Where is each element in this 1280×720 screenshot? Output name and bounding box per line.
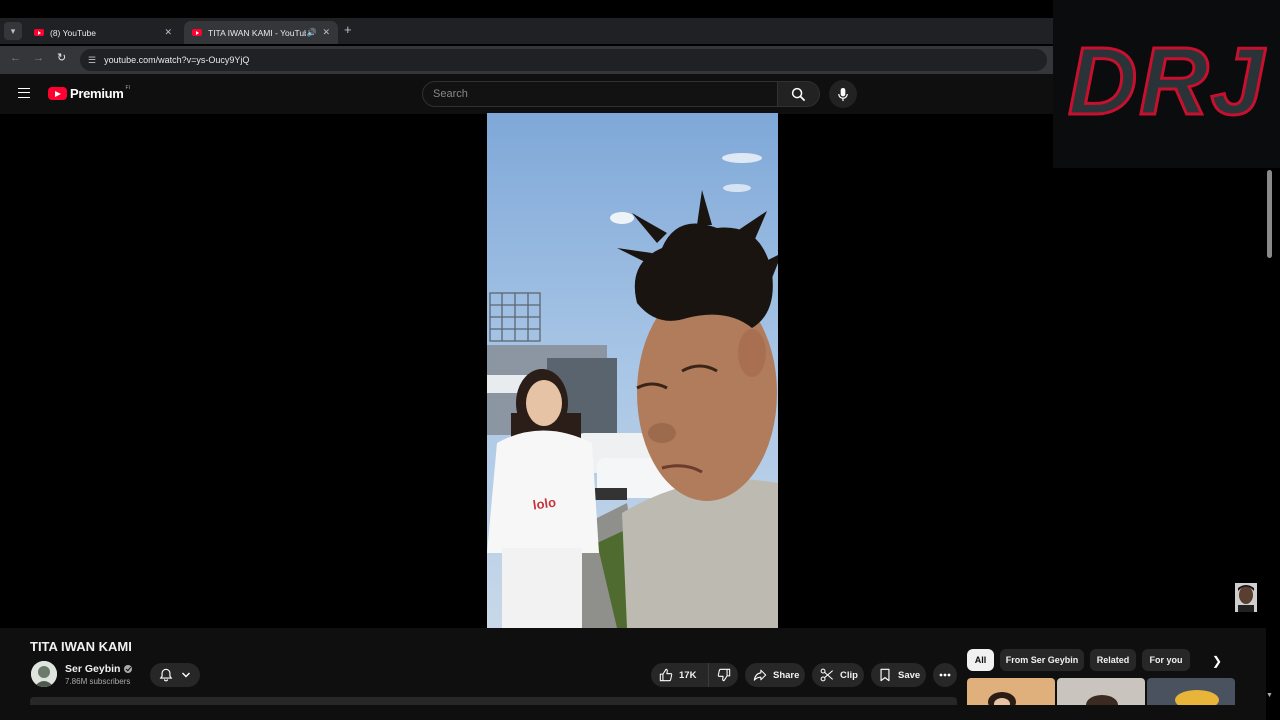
channel-name[interactable]: Ser Geybin [65, 663, 120, 675]
watermark-image [1235, 583, 1257, 612]
chevron-right-icon[interactable]: ❯ [1212, 654, 1222, 668]
channel-watermark[interactable] [1235, 583, 1257, 612]
avatar-image [31, 661, 57, 687]
related-video-thumbnail[interactable] [1147, 678, 1235, 705]
streamer-logo-overlay: DRJ [1053, 0, 1280, 168]
close-tab-icon[interactable]: ✕ [322, 27, 330, 38]
country-code: FI [125, 84, 130, 91]
youtube-masthead: Premium FI [0, 74, 1053, 114]
share-arrow-icon [753, 669, 767, 681]
search-icon [791, 87, 806, 101]
bell-icon [159, 668, 173, 682]
thumbnail-image [1057, 678, 1145, 705]
thumbs-down-icon [717, 668, 730, 682]
browser-tab-video[interactable]: TITA IWAN KAMI - YouTube 🔊 ✕ [184, 21, 338, 44]
youtube-premium-logo[interactable]: Premium FI [48, 84, 130, 101]
save-label: Save [898, 669, 921, 681]
like-dislike-group: 17K [651, 663, 738, 687]
verified-check-icon [124, 665, 133, 673]
watch-metadata: TITA IWAN KAMI Ser Geybin 7.86M subscrib… [0, 628, 1266, 720]
youtube-favicon-icon [192, 29, 202, 36]
back-arrow-icon[interactable]: ← [10, 52, 21, 64]
drj-logo-text: DRJ [1067, 28, 1266, 135]
video-frame: lolo [487, 113, 778, 628]
chevron-down-icon [182, 672, 190, 678]
search-box [422, 81, 778, 107]
speaker-icon[interactable]: 🔊 [306, 28, 316, 37]
close-tab-icon[interactable]: ✕ [164, 27, 172, 38]
thumbs-up-icon [659, 668, 673, 682]
microphone-icon [838, 87, 848, 101]
youtube-play-icon [48, 87, 67, 100]
menu-icon[interactable] [18, 88, 30, 98]
url-text: youtube.com/watch?v=ys-Oucy9YjQ [104, 55, 250, 65]
clip-label: Clip [840, 669, 858, 681]
logo-text: Premium [70, 86, 124, 101]
drj-logo: DRJ [1067, 27, 1266, 137]
scrollbar-thumb[interactable] [1267, 170, 1272, 258]
chip-related[interactable]: Related [1090, 649, 1136, 671]
related-video-thumbnail[interactable] [1057, 678, 1145, 705]
more-actions-button[interactable] [933, 663, 957, 687]
more-horizontal-icon [939, 673, 951, 677]
related-video-thumbnail[interactable] [967, 678, 1055, 705]
thumbnail-image [1147, 678, 1235, 705]
share-label: Share [773, 669, 800, 681]
like-button[interactable]: 17K [651, 663, 709, 687]
subscription-notification-button[interactable] [150, 663, 200, 687]
channel-avatar[interactable] [31, 661, 57, 687]
channel-name-row[interactable]: Ser Geybin [65, 663, 133, 675]
tab-title: TITA IWAN KAMI - YouTube [208, 27, 307, 38]
youtube-favicon-icon [34, 29, 44, 36]
site-settings-icon[interactable]: ☰ [88, 55, 96, 66]
video-player[interactable]: lolo [487, 113, 778, 628]
thumbnail-image [967, 678, 1055, 705]
save-button[interactable]: Save [871, 663, 926, 687]
chip-for-you[interactable]: For you [1142, 649, 1190, 671]
scroll-down-arrow-icon[interactable]: ▼ [1266, 692, 1273, 699]
search-button[interactable] [778, 81, 820, 107]
address-bar-row: ← → ↻ ☰ youtube.com/watch?v=ys-Oucy9YjQ [0, 46, 1053, 74]
chip-all[interactable]: All [967, 649, 994, 671]
browser-tab-strip: ▾ (8) YouTube ✕ TITA IWAN KAMI - YouTube… [0, 18, 1053, 44]
omnibox[interactable]: ☰ youtube.com/watch?v=ys-Oucy9YjQ [80, 49, 1047, 71]
share-button[interactable]: Share [745, 663, 805, 687]
bookmark-icon [880, 668, 890, 682]
browser-tab-youtube-home[interactable]: (8) YouTube ✕ [26, 21, 180, 44]
video-title: TITA IWAN KAMI [30, 639, 132, 654]
svg-text:lolo: lolo [532, 495, 557, 513]
chevron-down-icon: ▾ [10, 25, 16, 36]
description-box[interactable] [30, 697, 957, 705]
tab-search-button[interactable]: ▾ [4, 22, 22, 40]
dislike-button[interactable] [709, 663, 738, 687]
voice-search-button[interactable] [829, 80, 857, 108]
like-count: 17K [679, 669, 697, 681]
clip-button[interactable]: Clip [812, 663, 864, 687]
scissors-icon [820, 668, 834, 682]
chip-from-channel[interactable]: From Ser Geybin [1000, 649, 1084, 671]
tab-title: (8) YouTube [50, 27, 96, 38]
new-tab-button[interactable]: + [344, 22, 352, 37]
forward-arrow-icon[interactable]: → [33, 52, 44, 64]
subscriber-count: 7.86M subscribers [65, 677, 131, 686]
reload-icon[interactable]: ↻ [57, 51, 66, 64]
search-input[interactable] [433, 88, 777, 100]
